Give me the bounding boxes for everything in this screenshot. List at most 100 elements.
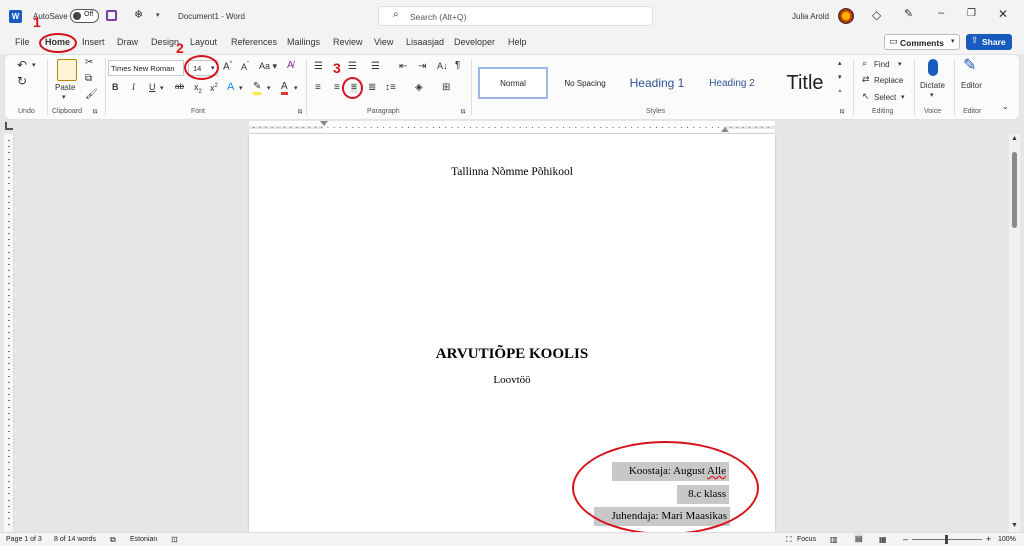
- redo-icon[interactable]: ↻: [17, 75, 27, 87]
- save-icon[interactable]: [106, 10, 117, 21]
- cut-icon[interactable]: ✂: [85, 58, 93, 68]
- menu-draw[interactable]: Draw: [117, 37, 138, 47]
- dialog-launcher-icon[interactable]: ⧅: [298, 108, 302, 115]
- zoom-level[interactable]: 100%: [998, 536, 1016, 543]
- dictate-button[interactable]: Dictate: [920, 81, 945, 90]
- style-normal[interactable]: Normal: [478, 67, 548, 99]
- chevron-down-icon[interactable]: ▾: [156, 12, 160, 19]
- superscript-icon[interactable]: x2: [210, 83, 218, 93]
- style-heading-1[interactable]: Heading 1: [620, 67, 694, 99]
- replace-icon[interactable]: ⇄: [862, 75, 870, 84]
- avatar[interactable]: [838, 8, 854, 24]
- menu-view[interactable]: View: [374, 37, 393, 47]
- doc-school-name[interactable]: Tallinna Nõmme Põhikool: [249, 166, 775, 178]
- autosave-toggle[interactable]: Off: [70, 9, 99, 23]
- find-button[interactable]: Find: [874, 60, 890, 69]
- chevron-down-icon[interactable]: ▾: [267, 85, 271, 92]
- menu-file[interactable]: File: [15, 37, 30, 47]
- text-effects-icon[interactable]: A: [227, 82, 234, 93]
- align-center-icon[interactable]: ≡: [334, 83, 340, 93]
- scroll-up-icon[interactable]: ▲: [1011, 135, 1018, 142]
- print-layout-icon[interactable]: ▤: [855, 534, 863, 543]
- menu-help[interactable]: Help: [508, 37, 527, 47]
- subscript-icon[interactable]: x2: [194, 83, 202, 95]
- menu-developer[interactable]: Developer: [454, 37, 495, 47]
- multilevel-list-icon[interactable]: ☰: [371, 62, 380, 72]
- select-button[interactable]: Select: [874, 93, 896, 102]
- read-mode-icon[interactable]: ▥: [830, 535, 838, 544]
- page-count[interactable]: Page 1 of 3: [6, 536, 42, 543]
- sort-icon[interactable]: A↓: [437, 62, 448, 71]
- underline-icon[interactable]: U: [149, 83, 156, 92]
- undo-icon[interactable]: ↶: [17, 59, 27, 71]
- scroll-down-icon[interactable]: ▼: [1011, 522, 1018, 529]
- borders-icon[interactable]: ⊞: [442, 83, 450, 93]
- dialog-launcher-icon[interactable]: ⧅: [840, 108, 844, 115]
- customize-icon[interactable]: ❄: [134, 10, 143, 21]
- style-no-spacing[interactable]: No Spacing: [552, 67, 618, 99]
- style-heading-2[interactable]: Heading 2: [698, 67, 766, 99]
- pen-icon[interactable]: ✎: [904, 9, 913, 20]
- scrollbar-thumb[interactable]: [1012, 152, 1017, 228]
- doc-subtitle[interactable]: Loovtöö: [249, 374, 775, 386]
- line-spacing-icon[interactable]: ↕≡: [385, 83, 396, 93]
- chevron-down-icon[interactable]: ▾: [901, 94, 905, 101]
- chevron-down-icon[interactable]: ▾: [898, 61, 902, 68]
- chevron-up-icon[interactable]: ▴: [838, 60, 842, 67]
- language[interactable]: Estonian: [130, 536, 157, 543]
- find-icon[interactable]: ⌕: [862, 59, 867, 68]
- dialog-launcher-icon[interactable]: ⧅: [93, 108, 97, 115]
- paste-label[interactable]: Paste: [55, 83, 75, 92]
- comments-button[interactable]: ▭ Comments ▾: [884, 34, 960, 50]
- highlight-icon[interactable]: ✎: [253, 82, 262, 95]
- align-left-icon[interactable]: ≡: [315, 83, 321, 93]
- menu-references[interactable]: References: [231, 37, 277, 47]
- accessibility-icon[interactable]: ⊡: [171, 535, 178, 544]
- menu-lisaasjad[interactable]: Lisaasjad: [406, 37, 444, 47]
- zoom-in-icon[interactable]: +: [986, 534, 991, 544]
- copy-icon[interactable]: ⧉: [85, 74, 92, 84]
- shrink-font-icon[interactable]: Aˇ: [241, 62, 249, 72]
- right-indent-marker[interactable]: [721, 127, 729, 132]
- doc-title[interactable]: ARVUTIÕPE KOOLIS: [249, 346, 775, 363]
- collapse-ribbon-icon[interactable]: ⌄: [1002, 103, 1009, 111]
- chevron-down-icon[interactable]: ▾: [239, 85, 243, 92]
- numbering-icon[interactable]: ☰: [348, 62, 357, 72]
- restore-icon[interactable]: ❐: [967, 9, 976, 19]
- chevron-down-icon[interactable]: ▾: [838, 74, 842, 81]
- menu-mailings[interactable]: Mailings: [287, 37, 320, 47]
- focus-icon[interactable]: ⛶: [786, 535, 792, 545]
- minimize-icon[interactable]: –: [938, 8, 944, 19]
- show-paragraph-marks-icon[interactable]: ¶: [455, 61, 460, 71]
- zoom-out-icon[interactable]: –: [903, 534, 908, 544]
- vertical-ruler[interactable]: [4, 134, 14, 532]
- chevron-down-icon[interactable]: ▾: [32, 62, 36, 69]
- chevron-down-icon[interactable]: ▾: [160, 85, 164, 92]
- select-icon[interactable]: ↖: [862, 92, 870, 101]
- microphone-icon[interactable]: [928, 59, 938, 76]
- menu-design[interactable]: Design: [151, 37, 179, 47]
- increase-indent-icon[interactable]: ⇥: [418, 62, 426, 72]
- word-count[interactable]: 8 of 14 words: [54, 536, 96, 543]
- paste-icon[interactable]: [57, 59, 77, 81]
- diamond-icon[interactable]: ◇: [872, 9, 881, 21]
- left-indent-marker[interactable]: [320, 121, 328, 126]
- editor-button[interactable]: Editor: [961, 81, 982, 90]
- tab-selector-icon[interactable]: [5, 122, 13, 130]
- grow-font-icon[interactable]: A^: [223, 61, 233, 72]
- close-icon[interactable]: ✕: [998, 8, 1008, 20]
- font-name-select[interactable]: Times New Roman: [108, 60, 184, 76]
- menu-layout[interactable]: Layout: [190, 37, 217, 47]
- replace-button[interactable]: Replace: [874, 76, 903, 85]
- justify-icon[interactable]: ≣: [368, 83, 376, 93]
- change-case-icon[interactable]: Aa ▾: [259, 62, 277, 71]
- chevron-down-icon[interactable]: ▾: [930, 92, 934, 99]
- search-box[interactable]: ⌕ Search (Alt+Q): [378, 6, 653, 26]
- bold-icon[interactable]: B: [112, 83, 119, 92]
- menu-insert[interactable]: Insert: [82, 37, 105, 47]
- zoom-slider-thumb[interactable]: [945, 535, 948, 544]
- format-painter-icon[interactable]: 🖌: [85, 90, 98, 100]
- bullets-icon[interactable]: ☰: [314, 62, 323, 72]
- chevron-down-icon[interactable]: ▾: [294, 85, 298, 92]
- editor-pen-icon[interactable]: ✎: [963, 58, 976, 74]
